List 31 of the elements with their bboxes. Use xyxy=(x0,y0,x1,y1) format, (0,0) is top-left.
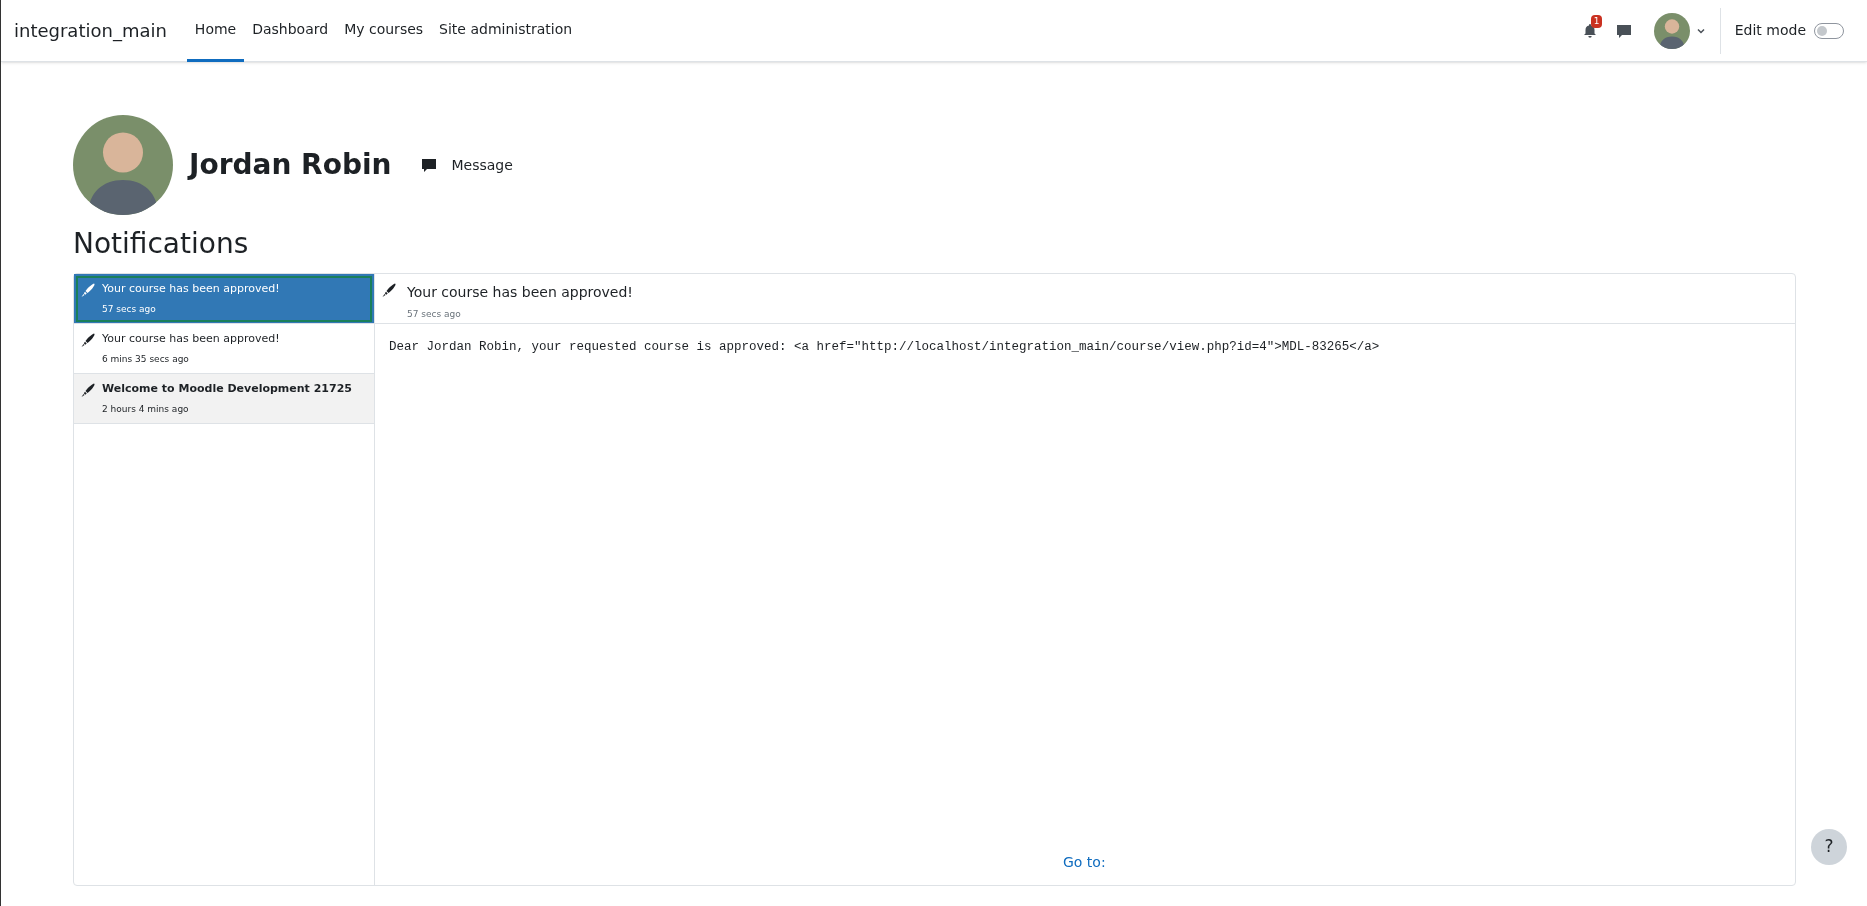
site-name[interactable]: integration_main xyxy=(14,17,167,44)
notification-title: Your course has been approved! xyxy=(102,282,280,296)
message-button[interactable]: Message xyxy=(421,154,513,176)
go-to-link[interactable]: Go to: xyxy=(1063,852,1106,873)
detail-title: Your course has been approved! xyxy=(407,283,633,302)
pen-icon xyxy=(80,282,96,298)
nav-link[interactable]: Home xyxy=(186,0,245,62)
nav-link[interactable]: My courses xyxy=(336,0,432,62)
notification-time: 6 mins 35 secs ago xyxy=(102,353,190,366)
profile-name: Jordan Robin xyxy=(189,147,392,183)
pen-icon xyxy=(80,382,96,398)
notification-time: 57 secs ago xyxy=(102,303,157,316)
notification-time: 2 hours 4 mins ago xyxy=(102,403,190,416)
chat-icon xyxy=(421,157,438,173)
detail-time: 57 secs ago xyxy=(407,308,462,321)
edit-mode-label: Edit mode xyxy=(1734,21,1806,40)
notification-count-badge: 1 xyxy=(1590,14,1603,28)
notification-title: Welcome to Moodle Development 21725 xyxy=(102,382,352,396)
pen-icon xyxy=(381,282,397,298)
notification-item[interactable]: Your course has been approved! 57 secs ago xyxy=(74,274,374,324)
nav-link[interactable]: Site administration xyxy=(431,0,581,62)
nav-link[interactable]: Dashboard xyxy=(244,0,337,62)
notification-title: Your course has been approved! xyxy=(102,332,280,346)
help-button[interactable]: ? xyxy=(1811,829,1847,865)
edit-mode-switch[interactable] xyxy=(1814,22,1844,39)
chat-icon[interactable] xyxy=(1615,22,1632,39)
avatar-silhouette xyxy=(1653,12,1690,49)
notification-body: Dear Jordan Robin, your requested course is approved: <a href="http://localhost/integration_main/course/view.php?id=4">MDL-83265</a> xyxy=(388,339,1381,356)
page-heading: Notifications xyxy=(73,226,250,262)
pen-icon xyxy=(80,332,96,348)
notification-item[interactable]: Welcome to Moodle Development 21725 2 hours 4 mins ago xyxy=(74,374,374,424)
